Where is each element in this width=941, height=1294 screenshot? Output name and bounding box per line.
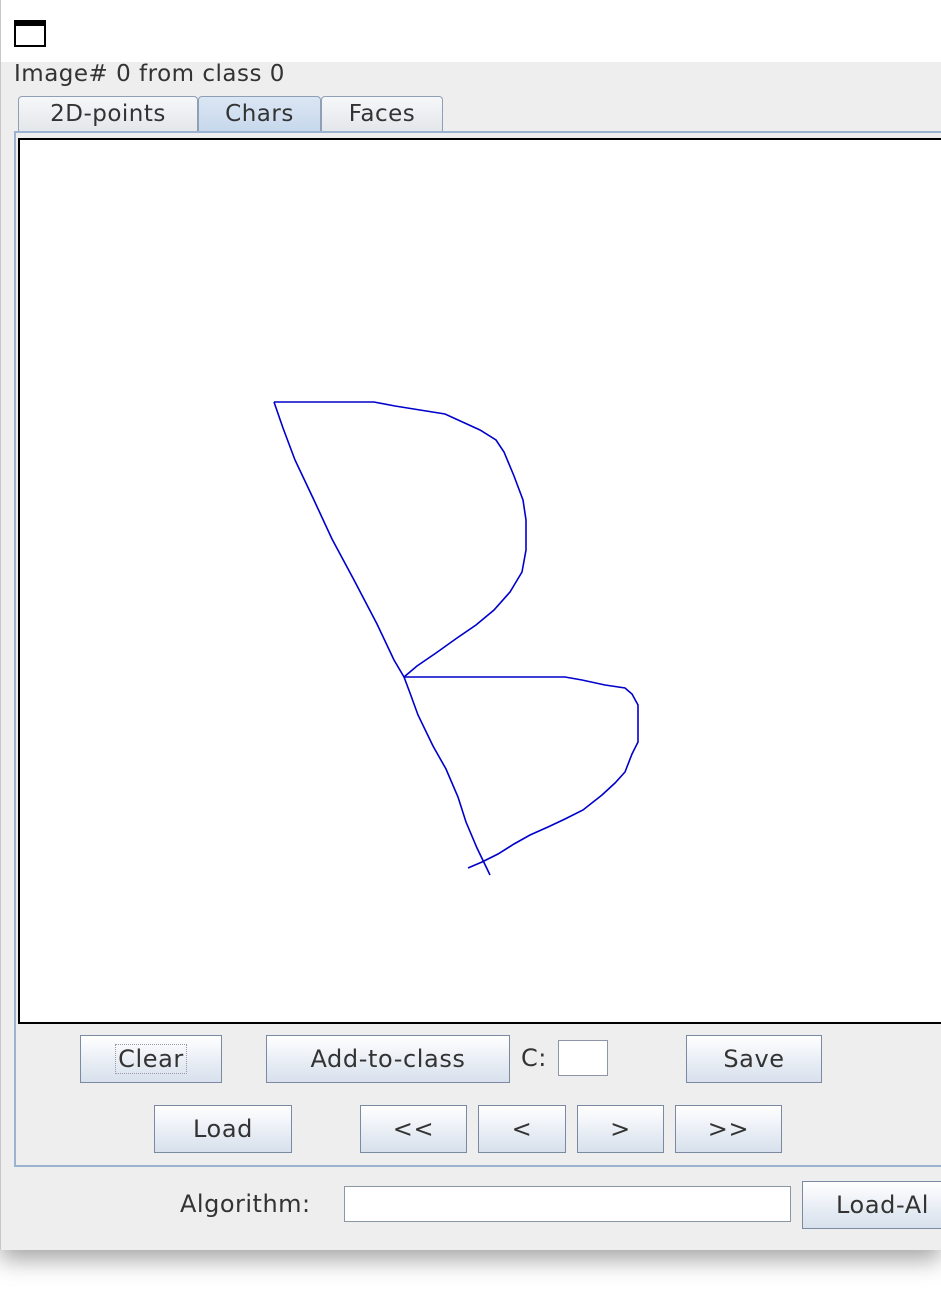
class-label: C: [521,1044,547,1072]
first-button[interactable]: << [360,1105,467,1153]
load-button[interactable]: Load [154,1105,292,1153]
load-algorithm-button[interactable]: Load-Al [802,1181,941,1229]
stroke-upper-loop [274,401,527,678]
character-drawing [273,401,639,876]
preview-panel [886,138,941,1024]
next-button[interactable]: > [577,1105,664,1153]
save-button[interactable]: Save [686,1035,822,1083]
class-input[interactable] [558,1040,608,1076]
tab-faces[interactable]: Faces [321,96,443,132]
prev-button[interactable]: < [478,1105,566,1153]
drawing-canvas[interactable] [18,138,888,1024]
tab-chars[interactable]: Chars [198,96,321,132]
stroke-lower-loop [404,676,639,869]
app-window: Image# 0 from class 0 2D-points Chars Fa… [0,0,941,1250]
add-to-class-button[interactable]: Add-to-class [266,1035,510,1083]
algorithm-input[interactable] [344,1186,791,1222]
window-icon[interactable] [14,20,46,47]
clear-button-label: Clear [115,1044,187,1074]
status-label: Image# 0 from class 0 [14,61,285,87]
tab-2d-points[interactable]: 2D-points [18,96,198,132]
last-button[interactable]: >> [675,1105,782,1153]
title-bar [1,0,941,62]
algorithm-label: Algorithm: [180,1190,311,1218]
clear-button[interactable]: Clear [80,1035,222,1083]
